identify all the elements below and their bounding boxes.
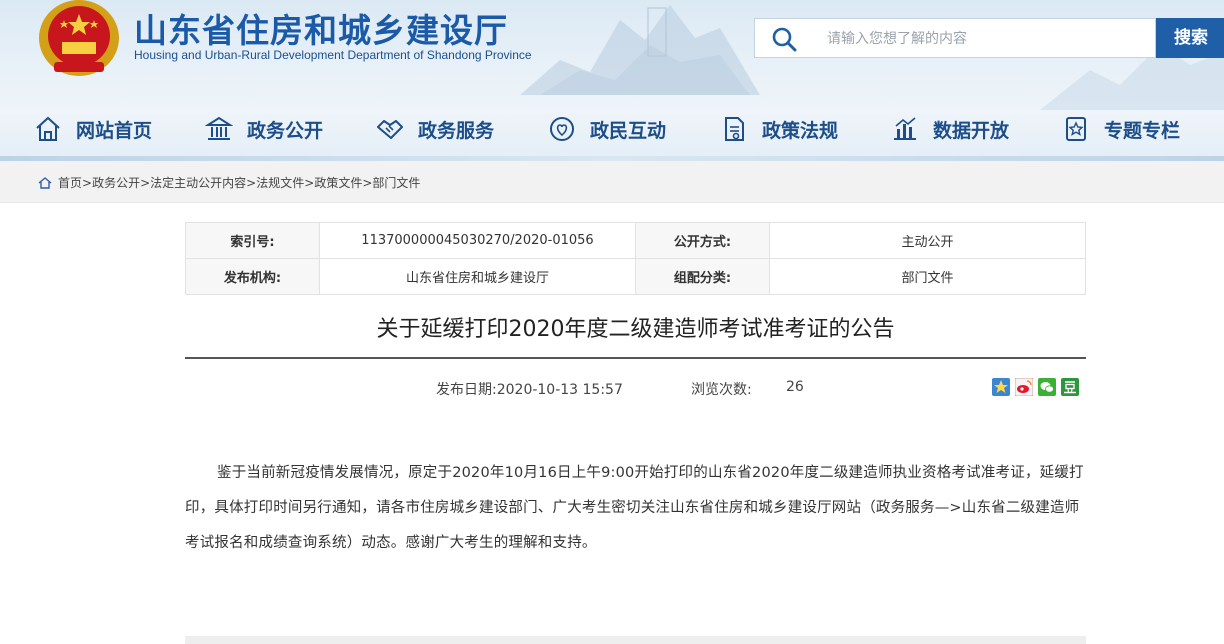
breadcrumb-regulations[interactable]: 法规文件	[256, 174, 304, 191]
nav-label: 专题专栏	[1104, 119, 1181, 142]
index-number-label: 索引号:	[185, 222, 320, 259]
nav-label: 政民互动	[590, 119, 667, 142]
mountain-illustration	[520, 5, 760, 95]
title-divider	[185, 357, 1086, 359]
nav-item-topics[interactable]: 专题专栏	[1062, 106, 1180, 152]
table-row: 发布机构: 山东省住房和城乡建设厅 组配分类: 部门文件	[185, 258, 1086, 295]
category-label: 组配分类:	[635, 258, 770, 295]
disclosure-method-value: 主动公开	[769, 222, 1086, 259]
breadcrumb: 首页 > 政务公开 > 法定主动公开内容 > 法规文件 > 政策文件 > 部门文…	[38, 174, 420, 191]
category-value: 部门文件	[769, 258, 1086, 295]
breadcrumb-home[interactable]: 首页	[58, 174, 82, 191]
article-body: 鉴于当前新冠疫情发展情况，原定于2020年10月16日上午9:00开始打印的山东…	[185, 465, 1084, 551]
breadcrumb-separator: >	[362, 175, 373, 190]
qzone-share-icon[interactable]	[992, 378, 1010, 396]
site-header: 山东省住房和城乡建设厅 Housing and Urban-Rural Deve…	[0, 0, 1224, 160]
site-title[interactable]: 山东省住房和城乡建设厅	[134, 4, 508, 52]
policy-document-icon	[725, 117, 744, 141]
nav-item-gov-affairs[interactable]: 政务公开	[205, 106, 323, 152]
breadcrumb-bar: 首页 > 政务公开 > 法定主动公开内容 > 法规文件 > 政策文件 > 部门文…	[0, 161, 1224, 203]
breadcrumb-separator: >	[82, 175, 93, 190]
breadcrumb-statutory-disclosure[interactable]: 法定主动公开内容	[150, 174, 246, 191]
search-input[interactable]	[827, 27, 1137, 51]
breadcrumb-department-files[interactable]: 部门文件	[372, 174, 420, 191]
publish-date: 发布日期:2020-10-13 15:57	[436, 382, 623, 398]
nav-item-home[interactable]: 网站首页	[34, 106, 152, 152]
views-count: 26	[786, 379, 804, 395]
nav-item-gov-services[interactable]: 政务服务	[376, 106, 494, 152]
search-icon[interactable]	[771, 26, 797, 52]
nav-label: 政务服务	[418, 119, 495, 142]
breadcrumb-policy-files[interactable]: 政策文件	[314, 174, 362, 191]
views-label: 浏览次数:	[691, 382, 752, 398]
nav-label: 数据开放	[933, 119, 1010, 142]
home-icon	[36, 116, 60, 141]
article-title: 关于延缓打印2020年度二级建造师考试准考证的公告	[376, 317, 895, 342]
topic-star-icon	[1066, 117, 1086, 141]
nav-label: 网站首页	[76, 119, 153, 142]
table-row: 索引号: 113700000045030270/2020-01056 公开方式:…	[185, 222, 1086, 259]
document-info-table: 索引号: 113700000045030270/2020-01056 公开方式:…	[185, 222, 1086, 295]
home-icon	[38, 176, 52, 189]
nav-item-policy[interactable]: 政策法规	[720, 106, 838, 152]
index-number-value: 113700000045030270/2020-01056	[319, 222, 636, 259]
breadcrumb-separator: >	[304, 175, 315, 190]
data-chart-icon	[894, 117, 916, 140]
handshake-icon	[377, 120, 403, 139]
breadcrumb-gov-affairs[interactable]: 政务公开	[92, 174, 140, 191]
weibo-share-icon[interactable]	[1015, 378, 1033, 396]
footer-strip	[185, 636, 1086, 644]
nav-item-open-data[interactable]: 数据开放	[891, 106, 1009, 152]
share-bar	[992, 378, 1079, 396]
breadcrumb-separator: >	[140, 175, 151, 190]
national-emblem-icon	[39, 0, 119, 76]
nav-label: 政务公开	[247, 119, 324, 142]
nav-label: 政策法规	[762, 119, 839, 142]
wechat-share-icon[interactable]	[1038, 378, 1056, 396]
site-subtitle: Housing and Urban-Rural Development Depa…	[134, 48, 532, 62]
search-box	[754, 18, 1156, 58]
search-button[interactable]: 搜索	[1156, 18, 1224, 58]
breadcrumb-separator: >	[246, 175, 257, 190]
main-nav: 网站首页 政务公开 政务服务 政民互动 政策法规 数据开放 专题专栏	[0, 106, 1224, 152]
people-heart-icon	[550, 117, 574, 141]
disclosure-method-label: 公开方式:	[635, 222, 770, 259]
nav-item-interaction[interactable]: 政民互动	[548, 106, 666, 152]
publisher-value: 山东省住房和城乡建设厅	[319, 258, 636, 295]
douban-share-icon[interactable]	[1061, 378, 1079, 396]
publisher-label: 发布机构:	[185, 258, 320, 295]
government-building-icon	[205, 116, 233, 140]
